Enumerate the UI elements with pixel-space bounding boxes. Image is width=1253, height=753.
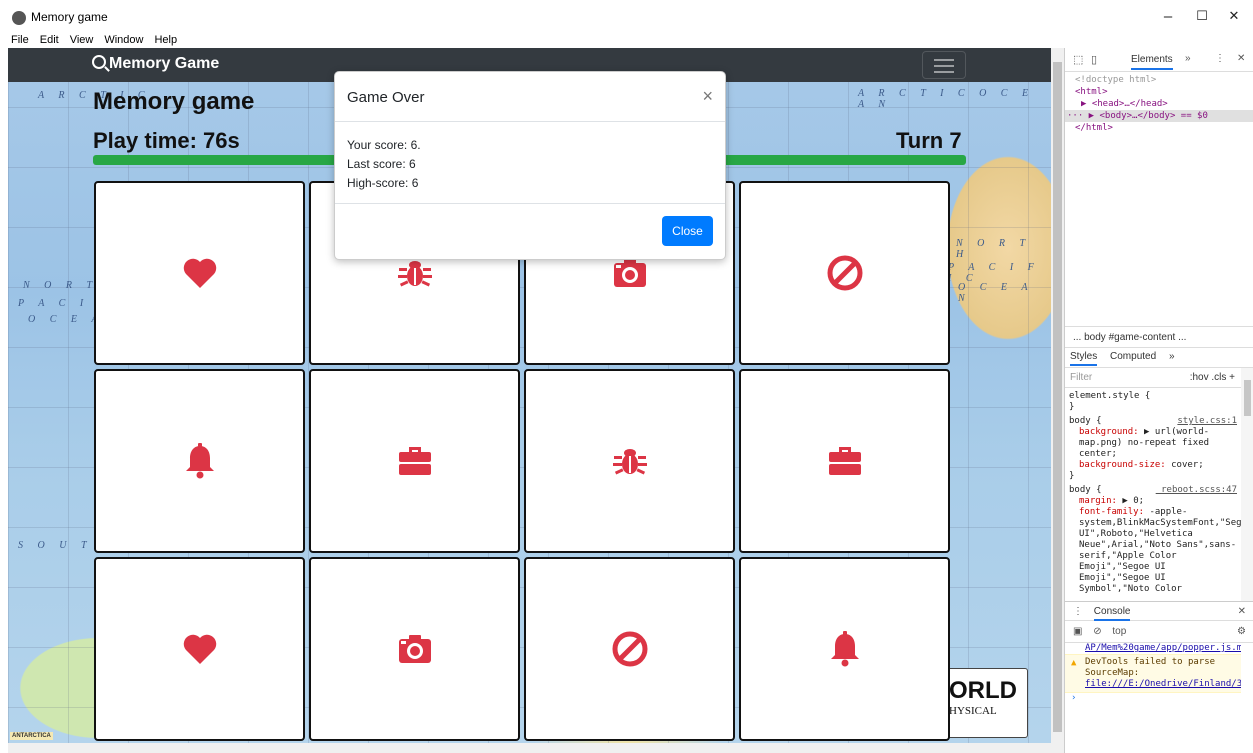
css-selector: _reboot.scss:47 body { <box>1069 485 1237 496</box>
css-selector: style.css:1 body { <box>1069 416 1237 427</box>
css-declaration[interactable]: margin: ▶ 0; <box>1069 496 1237 507</box>
minimize-button[interactable]: – <box>1158 8 1178 25</box>
dom-node[interactable]: <!doctype html> <box>1065 74 1253 86</box>
modal-footer: Close <box>335 204 725 260</box>
drawer-menu-icon[interactable]: ⋮ <box>1073 606 1083 617</box>
modal-close-icon[interactable]: × <box>702 86 713 107</box>
clear-console-icon[interactable]: ⊘ <box>1093 626 1101 637</box>
styles-pane: element.style {} style.css:1 body {backgro… <box>1065 388 1241 598</box>
styles-scrollbar[interactable] <box>1241 368 1253 601</box>
device-toggle-icon[interactable]: ▯ <box>1091 53 1097 66</box>
high-score: High-score: 6 <box>347 176 419 190</box>
devtools-panel: ⬚ ▯ Elements » ⋮ ✕ <!doctype html> <html… <box>1064 48 1253 753</box>
modal-header: Game Over × <box>335 72 725 122</box>
scrollbar-thumb[interactable] <box>1053 62 1062 732</box>
dom-node-selected[interactable]: ··· ▶ <body>…</body> == $0 <box>1065 110 1253 122</box>
menu-view[interactable]: View <box>70 34 94 46</box>
css-selector: element.style { <box>1069 391 1151 401</box>
sidebar-toggle-icon[interactable]: ▣ <box>1073 626 1082 637</box>
filter-options[interactable]: :hov .cls + <box>1190 372 1235 383</box>
more-panes-icon[interactable]: » <box>1169 351 1175 362</box>
dom-node[interactable]: ▶ <head>…</head> <box>1065 98 1253 110</box>
console-log: AP/Mem%20game/app/popper.js.map ▲ DevToo… <box>1065 643 1241 753</box>
css-rule: style.css:1 body {background: ▶ url(world… <box>1069 416 1237 481</box>
context-selector[interactable]: top <box>1112 626 1126 637</box>
console-prompt[interactable]: › <box>1065 693 1241 704</box>
menu-bar: File Edit View Window Help <box>0 34 1253 48</box>
console-toolbar: ▣ ⊘ top ⚙ <box>1065 621 1253 643</box>
css-source-link[interactable]: _reboot.scss:47 <box>1156 485 1237 496</box>
close-button[interactable]: Close <box>662 216 713 246</box>
filter-input[interactable]: Filter <box>1070 372 1092 383</box>
warning-icon: ▲ <box>1071 658 1077 668</box>
console-drawer-header: ⋮ Console ✕ <box>1065 601 1253 621</box>
warning-text: DevTools failed to parse SourceMap: <box>1085 657 1216 678</box>
menu-edit[interactable]: Edit <box>40 34 59 46</box>
css-rule: element.style {} <box>1069 391 1237 413</box>
css-rule: _reboot.scss:47 body {margin: ▶ 0; font-fa… <box>1069 485 1241 595</box>
menu-file[interactable]: File <box>11 34 29 46</box>
last-score: Last score: 6 <box>347 157 416 171</box>
css-declaration[interactable]: background-size: cover; <box>1069 460 1237 471</box>
game-over-modal: Game Over × Your score: 6. Last score: 6… <box>334 71 726 260</box>
styles-tabs: Styles Computed » <box>1065 348 1253 368</box>
menu-window[interactable]: Window <box>104 34 143 46</box>
page-viewport: A R C T I C A R C T I C O C E A N N O R … <box>8 48 1051 743</box>
modal-body: Your score: 6. Last score: 6 High-score:… <box>335 122 725 204</box>
window-title: Memory game <box>31 10 108 24</box>
close-window-button[interactable]: ✕ <box>1224 8 1244 24</box>
dom-tree: <!doctype html> <html> ▶ <head>…</head> … <box>1065 72 1253 134</box>
dom-breadcrumbs[interactable]: ... body #game-content ... <box>1065 326 1253 348</box>
console-settings-icon[interactable]: ⚙ <box>1237 626 1246 637</box>
console-message-link[interactable]: AP/Mem%20game/app/popper.js.map <box>1065 643 1241 654</box>
app-icon <box>12 11 26 25</box>
styles-filter[interactable]: Filter :hov .cls + <box>1065 368 1241 388</box>
close-devtools-icon[interactable]: ✕ <box>1237 53 1245 64</box>
devtools-toolbar: ⬚ ▯ Elements » ⋮ ✕ <box>1065 48 1253 72</box>
tab-console[interactable]: Console <box>1093 606 1131 621</box>
your-score: Your score: 6. <box>347 138 421 152</box>
kebab-menu-icon[interactable]: ⋮ <box>1215 53 1225 64</box>
warning-link[interactable]: file:///E:/Onedrive/Finland/3rd%20year/B… <box>1085 679 1241 689</box>
close-drawer-icon[interactable]: ✕ <box>1238 606 1246 617</box>
modal-title: Game Over <box>347 89 425 106</box>
css-declaration[interactable]: font-family: -apple-system,BlinkMacSyste… <box>1069 507 1241 595</box>
css-source-link[interactable]: style.css:1 <box>1177 416 1237 427</box>
maximize-button[interactable]: ☐ <box>1192 8 1212 24</box>
vertical-scrollbar[interactable] <box>1051 48 1064 753</box>
dom-node[interactable]: <html> <box>1065 86 1253 98</box>
tab-styles[interactable]: Styles <box>1070 351 1098 366</box>
console-warning: ▲ DevTools failed to parse SourceMap: fi… <box>1065 654 1241 693</box>
css-declaration[interactable]: background: ▶ url(world-map.png) no-repe… <box>1069 427 1237 460</box>
menu-help[interactable]: Help <box>154 34 177 46</box>
tab-elements[interactable]: Elements <box>1131 54 1173 70</box>
inspect-icon[interactable]: ⬚ <box>1073 53 1083 66</box>
horizontal-scrollbar[interactable] <box>8 743 1051 753</box>
dom-node[interactable]: </html> <box>1065 122 1253 134</box>
tab-computed[interactable]: Computed <box>1110 351 1156 362</box>
more-tabs-icon[interactable]: » <box>1185 53 1191 64</box>
window-titlebar: Memory game – ☐ ✕ <box>0 0 1253 34</box>
